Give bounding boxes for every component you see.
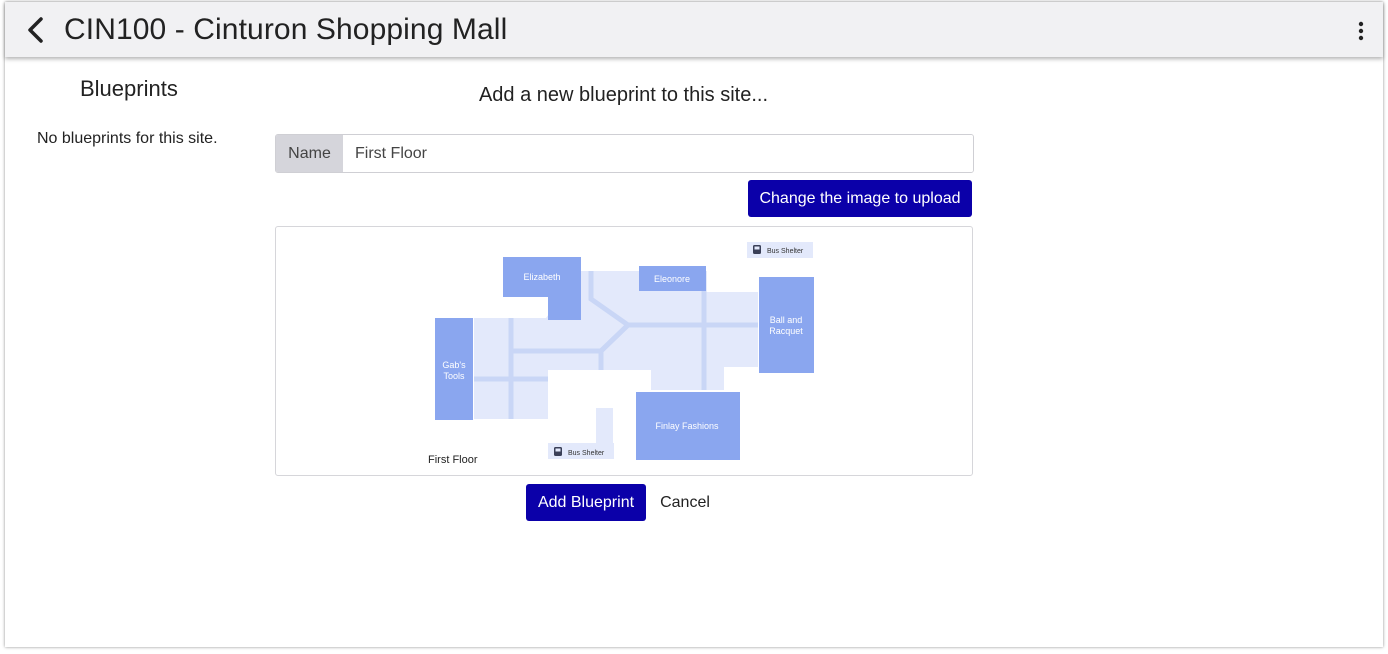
svg-text:Bus Shelter: Bus Shelter xyxy=(767,248,804,255)
floorplan-caption: First Floor xyxy=(428,454,478,466)
store-finlay-fashions: Finlay Fashions xyxy=(636,392,740,460)
name-label: Name xyxy=(276,135,343,172)
store-elizabeth: Elizabeth xyxy=(503,257,581,320)
bus-icon xyxy=(554,447,562,456)
app-window: CIN100 - Cinturon Shopping Mall Blueprin… xyxy=(5,2,1383,647)
bus-shelter-top: Bus Shelter xyxy=(747,242,813,258)
blueprints-heading: Blueprints xyxy=(80,76,178,101)
add-blueprint-heading: Add a new blueprint to this site... xyxy=(478,84,769,106)
name-input[interactable] xyxy=(343,135,973,172)
svg-text:Finlay Fashions: Finlay Fashions xyxy=(655,421,719,431)
chevron-left-icon xyxy=(28,17,43,43)
svg-text:Ball and: Ball and xyxy=(770,315,803,325)
back-button[interactable] xyxy=(21,14,49,46)
bus-icon xyxy=(753,245,761,254)
store-eleonore: Eleonore xyxy=(639,266,706,291)
cancel-button[interactable]: Cancel xyxy=(655,484,715,521)
name-input-group: Name xyxy=(275,134,974,173)
svg-text:Tools: Tools xyxy=(443,371,465,381)
bus-shelter-bottom: Bus Shelter xyxy=(548,443,614,459)
floorplan-image: Elizabeth Eleonore Ball and Racquet Gab'… xyxy=(428,242,814,466)
add-blueprint-button[interactable]: Add Blueprint xyxy=(526,484,646,521)
more-options-button[interactable] xyxy=(1351,18,1371,44)
store-ball-and-racquet: Ball and Racquet xyxy=(759,277,814,373)
more-vertical-icon xyxy=(1358,21,1364,41)
svg-text:Bus Shelter: Bus Shelter xyxy=(568,450,605,457)
blueprint-preview: Elizabeth Eleonore Ball and Racquet Gab'… xyxy=(275,226,973,476)
no-blueprints-message: No blueprints for this site. xyxy=(37,130,218,147)
change-image-button[interactable]: Change the image to upload xyxy=(748,180,972,217)
svg-text:Gab's: Gab's xyxy=(442,360,466,370)
page-title: CIN100 - Cinturon Shopping Mall xyxy=(64,13,508,46)
svg-text:Eleonore: Eleonore xyxy=(654,274,690,284)
svg-text:Racquet: Racquet xyxy=(769,326,803,336)
app-bar: CIN100 - Cinturon Shopping Mall xyxy=(5,2,1383,57)
svg-text:Elizabeth: Elizabeth xyxy=(523,272,560,282)
store-gabs-tools: Gab's Tools xyxy=(435,318,473,420)
